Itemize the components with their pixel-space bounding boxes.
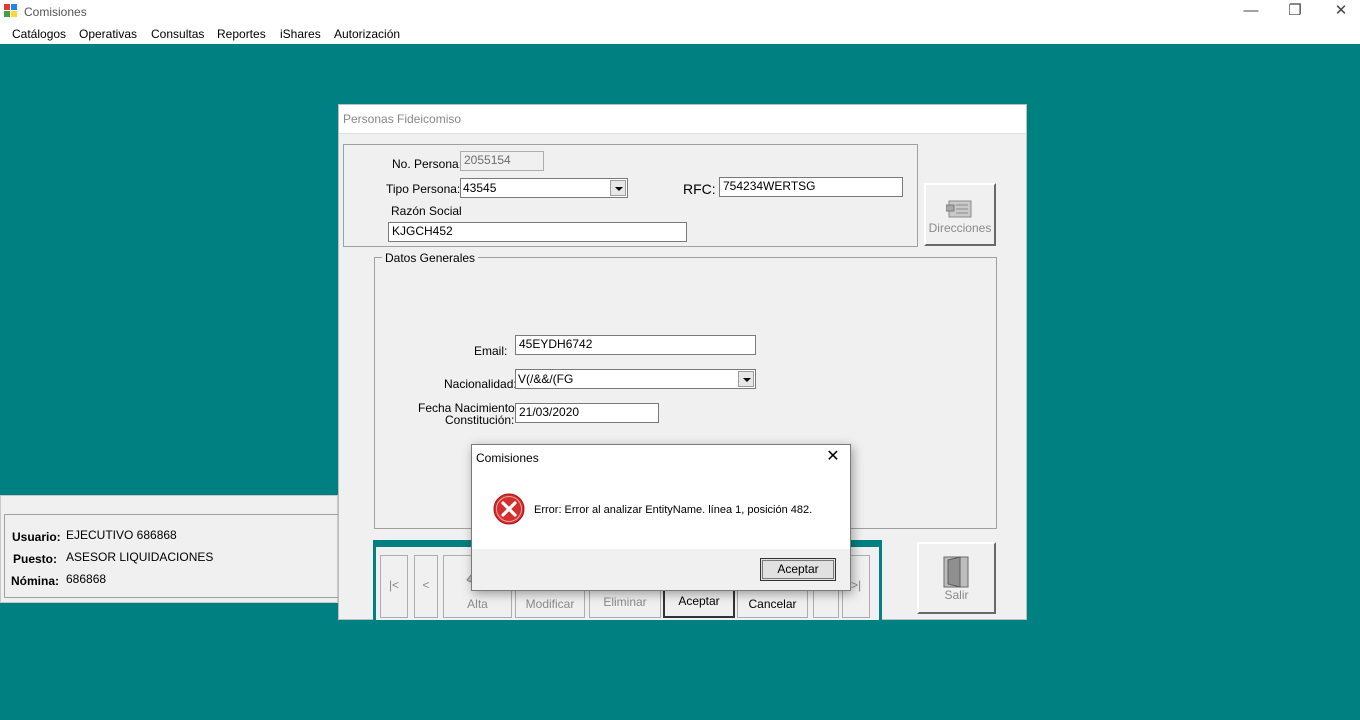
direcciones-label: Direcciones — [928, 221, 992, 235]
razon-social-label: Razón Social — [391, 204, 462, 218]
puesto-value: ASESOR LIQUIDACIONES — [66, 550, 214, 564]
direcciones-button[interactable]: Direcciones — [924, 183, 996, 246]
salir-button[interactable]: Salir — [917, 542, 996, 614]
eliminar-label: Eliminar — [603, 595, 647, 609]
razon-social-field[interactable]: KJGCH452 — [388, 222, 687, 242]
personas-titlebar: Personas Fideicomiso — [339, 105, 1026, 134]
email-field[interactable]: 45EYDH6742 — [515, 335, 756, 355]
error-dialog-title: Comisiones — [476, 451, 539, 465]
datos-generales-title: Datos Generales — [382, 251, 479, 265]
aceptar-label: Aceptar — [678, 594, 720, 608]
app-titlebar: Comisiones — ❐ ✕ — [0, 0, 1360, 23]
error-icon — [493, 493, 525, 525]
alta-label: Alta — [467, 597, 488, 611]
nacionalidad-value: V(/&&/(FG — [518, 372, 574, 386]
exit-door-icon — [943, 556, 969, 588]
cancelar-label: Cancelar — [748, 597, 797, 611]
first-record-button[interactable]: |< — [380, 555, 408, 618]
tipo-persona-label: Tipo Persona: — [386, 182, 461, 196]
chevron-down-icon[interactable] — [610, 180, 626, 196]
modificar-label: Modificar — [525, 597, 575, 611]
menu-consultas[interactable]: Consultas — [151, 27, 204, 41]
puesto-label: Puesto: — [13, 552, 58, 566]
salir-label: Salir — [944, 588, 969, 602]
first-record-label: |< — [388, 578, 400, 592]
fecha-label-2: Constitución: — [445, 413, 515, 427]
rfc-field[interactable]: 754234WERTSG — [719, 177, 903, 197]
close-icon[interactable]: ✕ — [824, 449, 842, 467]
tipo-persona-value: 43545 — [463, 181, 497, 195]
menu-ishares[interactable]: iShares — [280, 27, 321, 41]
rfc-label: RFC: — [683, 181, 716, 197]
dialog-ok-button[interactable]: Aceptar — [760, 558, 836, 581]
menu-bar: Catálogos Operativas Consultas Reportes … — [0, 23, 1360, 44]
menu-catalogos[interactable]: Catálogos — [12, 27, 66, 41]
chevron-down-icon[interactable] — [738, 371, 754, 387]
nacionalidad-label: Nacionalidad: — [444, 377, 517, 391]
usuario-label: Usuario: — [12, 530, 61, 544]
menu-autorizacion[interactable]: Autorización — [334, 27, 400, 41]
email-label: Email: — [474, 344, 508, 358]
usuario-value: EJECUTIVO 686868 — [66, 528, 177, 542]
user-status-box: Usuario: EJECUTIVO 686868 Puesto: ASESOR… — [4, 514, 339, 598]
user-status-panel: Usuario: EJECUTIVO 686868 Puesto: ASESOR… — [0, 495, 339, 603]
error-dialog: Comisiones ✕ Error: Error al analizar En… — [471, 444, 851, 591]
minimize-button[interactable]: — — [1228, 0, 1274, 23]
prev-record-label: < — [422, 578, 430, 592]
fecha-field[interactable]: 21/03/2020 — [515, 403, 659, 423]
app-title: Comisiones — [24, 5, 87, 19]
no-persona-field[interactable]: 2055154 — [460, 151, 544, 171]
nomina-value: 686868 — [66, 572, 107, 586]
prev-record-button[interactable]: < — [414, 555, 438, 618]
personas-title: Personas Fideicomiso — [343, 112, 462, 126]
close-button[interactable]: ✕ — [1318, 0, 1360, 23]
address-book-icon — [946, 200, 972, 218]
no-persona-label: No. Persona: — [392, 157, 463, 171]
restore-button[interactable]: ❐ — [1272, 0, 1318, 23]
app-icon — [4, 4, 18, 18]
nacionalidad-select[interactable]: V(/&&/(FG — [515, 369, 756, 389]
error-message: Error: Error al analizar EntityName. lín… — [534, 504, 813, 516]
nomina-label: Nómina: — [11, 574, 59, 588]
menu-reportes[interactable]: Reportes — [217, 27, 266, 41]
tipo-persona-select[interactable]: 43545 — [460, 178, 628, 198]
menu-operativas[interactable]: Operativas — [79, 27, 137, 41]
error-dialog-body: Comisiones ✕ Error: Error al analizar En… — [472, 445, 850, 549]
